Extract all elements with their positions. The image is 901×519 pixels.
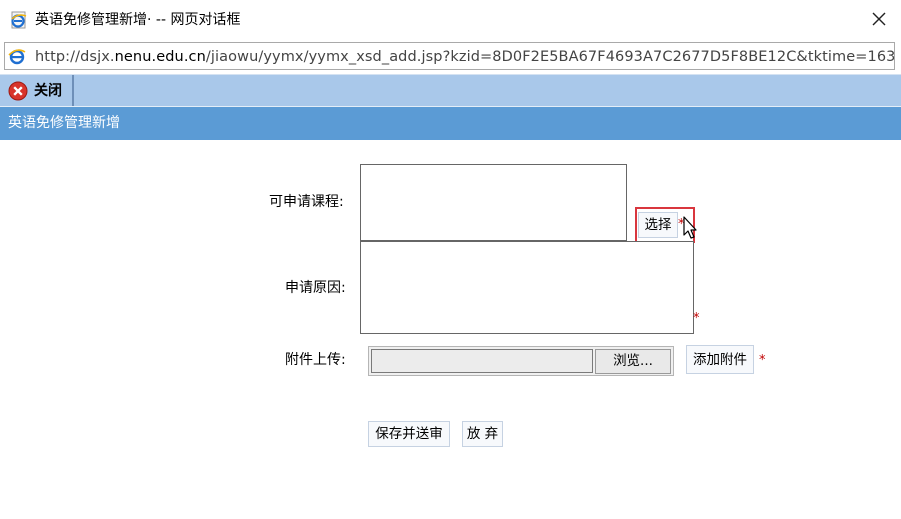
- section-header: 英语免修管理新增: [0, 106, 901, 140]
- title-bar: 英语免修管理新增· -- 网页对话框: [0, 0, 901, 40]
- window-close-button[interactable]: [866, 6, 892, 32]
- browse-button[interactable]: 浏览...: [595, 349, 671, 374]
- file-path-field[interactable]: [371, 349, 593, 373]
- mouse-pointer-icon: [683, 216, 697, 239]
- toolbar: 关闭: [0, 74, 901, 106]
- url-prefix: http://dsjx.: [35, 49, 115, 65]
- reason-required-mark: *: [693, 311, 700, 326]
- close-circle-icon: [8, 81, 28, 101]
- ie-logo-icon: [8, 49, 26, 65]
- course-label: 可申请课程:: [269, 194, 344, 210]
- reason-label: 申请原因:: [285, 280, 346, 296]
- address-bar: http://dsjx.nenu.edu.cn/jiaowu/yymx/yymx…: [0, 40, 901, 74]
- url-field[interactable]: http://dsjx.nenu.edu.cn/jiaowu/yymx/yymx…: [4, 42, 895, 70]
- close-icon: [872, 12, 886, 26]
- window-title: 英语免修管理新增· -- 网页对话框: [35, 12, 241, 28]
- attachment-label: 附件上传:: [285, 352, 346, 368]
- abandon-button[interactable]: 放 弃: [462, 421, 503, 447]
- url-domain: nenu.edu.cn: [114, 49, 206, 65]
- close-button[interactable]: 关闭: [0, 75, 74, 106]
- close-button-label: 关闭: [34, 83, 62, 99]
- save-submit-button[interactable]: 保存并送审: [368, 421, 450, 447]
- add-attachment-button[interactable]: 添加附件: [686, 345, 754, 374]
- ie-page-icon: [11, 11, 27, 29]
- course-textarea[interactable]: [360, 164, 627, 241]
- dialog-window: 英语免修管理新增· -- 网页对话框 http://dsjx.nenu.edu.…: [0, 0, 901, 519]
- url-path: /jiaowu/yymx/yymx_xsd_add.jsp?kzid=8D0F2…: [205, 49, 895, 65]
- file-upload-control: 浏览...: [368, 346, 674, 376]
- attachment-required-mark: *: [759, 353, 766, 368]
- section-title: 英语免修管理新增: [8, 115, 120, 131]
- url-text: http://dsjx.nenu.edu.cn/jiaowu/yymx/yymx…: [35, 47, 895, 67]
- reason-textarea[interactable]: [360, 241, 694, 334]
